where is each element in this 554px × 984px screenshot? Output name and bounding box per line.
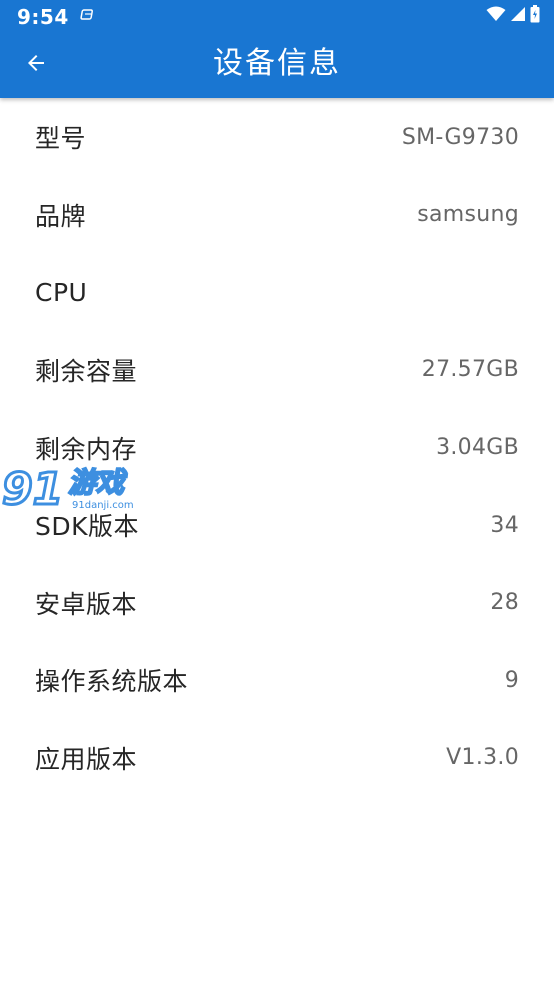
info-row-app-version: 应用版本 V1.3.0 xyxy=(0,719,554,797)
row-value: 3.04GB xyxy=(436,435,519,461)
info-row-os-version: 操作系统版本 9 xyxy=(0,642,554,720)
row-label: 应用版本 xyxy=(35,744,138,774)
row-value: V1.3.0 xyxy=(446,745,519,771)
battery-icon xyxy=(530,5,540,27)
row-value: samsung xyxy=(417,202,519,228)
cellular-signal-icon xyxy=(510,6,526,26)
status-icons xyxy=(486,5,540,27)
page-title: 设备信息 xyxy=(213,46,341,81)
row-label: 操作系统版本 xyxy=(35,667,189,697)
row-value: SM-G9730 xyxy=(401,124,519,150)
row-label: 品牌 xyxy=(35,201,87,231)
notification-icon xyxy=(80,7,96,23)
wifi-icon xyxy=(486,6,506,26)
status-time: 9:54 xyxy=(17,5,69,29)
row-value: 27.57GB xyxy=(421,357,519,383)
info-row-free-memory: 剩余内存 3.04GB xyxy=(0,409,554,487)
row-label: SDK版本 xyxy=(35,512,140,542)
status-bar: 9:54 xyxy=(0,0,554,32)
device-info-list: 型号 SM-G9730 品牌 samsung CPU 剩余容量 27.57GB … xyxy=(0,98,554,797)
info-row-free-storage: 剩余容量 27.57GB xyxy=(0,331,554,409)
app-bar: 9:54 设备信息 xyxy=(0,0,554,98)
row-value: 34 xyxy=(490,512,519,538)
info-row-android-version: 安卓版本 28 xyxy=(0,564,554,642)
row-label: 型号 xyxy=(35,124,87,153)
info-row-cpu: CPU xyxy=(0,254,554,332)
row-label: 剩余内存 xyxy=(35,434,138,464)
info-row-sdk-version: SDK版本 34 xyxy=(0,486,554,564)
row-label: 安卓版本 xyxy=(35,589,138,619)
row-value: 9 xyxy=(504,667,519,693)
row-value: 28 xyxy=(490,590,519,616)
row-label: CPU xyxy=(35,277,88,307)
row-label: 剩余容量 xyxy=(35,356,138,386)
toolbar: 设备信息 xyxy=(0,32,554,98)
info-row-brand: 品牌 samsung xyxy=(0,176,554,254)
info-row-model: 型号 SM-G9730 xyxy=(0,98,554,176)
device-info-screen: 9:54 设备信息 型号 SM-G9730 品牌 samsung CPU 剩余容… xyxy=(0,0,554,984)
